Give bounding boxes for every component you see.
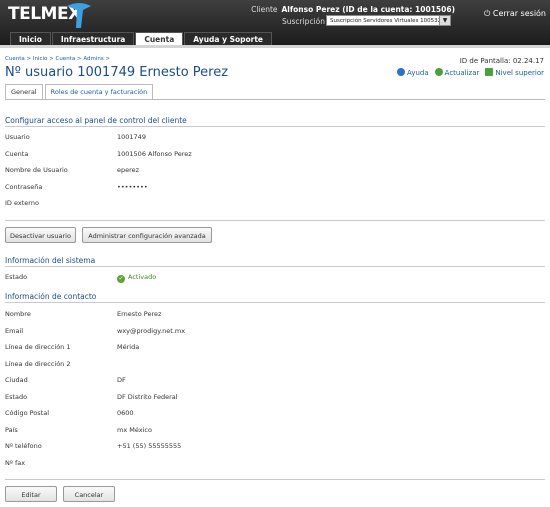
field-label: Nº teléfono xyxy=(5,442,42,450)
suscripcion-select[interactable]: Suscripción Servidores Virtuales 1005329… xyxy=(326,15,451,26)
divider xyxy=(5,220,545,221)
field-value: mx México xyxy=(117,425,152,434)
field-label: Nombre xyxy=(5,310,31,318)
suscripcion-select-value: Suscripción Servidores Virtuales 1005329 xyxy=(330,18,445,24)
field-value: DF Distrito Federal xyxy=(117,392,178,401)
nav-tab-inicio[interactable]: Inicio xyxy=(10,32,51,46)
edit-button[interactable]: Editar xyxy=(5,486,57,502)
field-value: wxy@prodigy.net.mx xyxy=(117,326,186,335)
field-label: Cuenta xyxy=(5,149,29,158)
field-label: Nº fax xyxy=(5,458,26,467)
power-icon: ⏻ xyxy=(484,9,491,18)
contact-section-title: Información de contacto xyxy=(5,292,97,301)
deactivate-user-button[interactable]: Desactivar usuario xyxy=(5,227,76,243)
breadcrumb[interactable]: Cuenta > Inicio > Cuenta > Admins > xyxy=(5,56,110,62)
field-label: Usuario xyxy=(5,133,30,141)
suscripcion-label: Suscripción xyxy=(281,17,325,26)
field-label: Código Postal xyxy=(5,409,50,417)
nav-tab-cuenta[interactable]: Cuenta xyxy=(135,32,184,46)
panel-section-title: Configurar acceso al panel de control de… xyxy=(5,116,187,125)
subtabs: General Roles de cuenta y facturación xyxy=(5,84,155,99)
field-label: Nombre de Usuario xyxy=(5,166,68,174)
advanced-config-button[interactable]: Administrar configuración avanzada xyxy=(82,227,212,243)
field-label: Estado xyxy=(5,392,28,401)
tab-general[interactable]: General xyxy=(5,84,43,99)
field-label: ID externo xyxy=(5,199,39,207)
field-label: Contraseña xyxy=(5,182,43,191)
divider xyxy=(5,302,545,303)
field-value: eperez xyxy=(117,166,140,174)
help-icon xyxy=(397,68,406,76)
system-section-title: Información del sistema xyxy=(5,256,96,265)
page-title: Nº usuario 1001749 Ernesto Perez xyxy=(5,65,229,80)
refresh-icon xyxy=(434,68,443,76)
field-value: Mérida xyxy=(117,343,140,351)
field-value: 1001506 Alfonso Perez xyxy=(117,149,192,158)
telmex-logo-mark-icon xyxy=(67,3,91,28)
screen-id: ID de Pantalla: 02.24.17 xyxy=(459,57,544,65)
field-label: Ciudad xyxy=(5,376,28,384)
divider xyxy=(5,479,545,480)
help-label: Ayuda xyxy=(407,69,429,77)
top-bar: TELMEX Cliente Alfonso Perez (ID de la cu… xyxy=(0,0,550,46)
field-value: 0600 xyxy=(117,409,134,417)
page-actions: Ayuda Actualizar Nivel superior xyxy=(397,68,544,77)
field-label: Línea de dirección 2 xyxy=(5,359,71,368)
refresh-label: Actualizar xyxy=(444,69,480,77)
estado-label: Estado xyxy=(5,273,28,281)
nav-tab-ayuda[interactable]: Ayuda y Soporte xyxy=(184,32,273,46)
up-link[interactable]: Nivel superior xyxy=(485,68,544,77)
logout-label: Cerrar sesión xyxy=(492,9,546,18)
divider xyxy=(5,266,545,267)
help-link[interactable]: Ayuda xyxy=(397,68,429,77)
field-value: Ernesto Perez xyxy=(117,310,162,318)
chevron-down-icon[interactable]: ▼ xyxy=(439,16,450,25)
field-value: •••••••• xyxy=(117,182,148,191)
cliente-label: Cliente xyxy=(251,5,278,14)
nav-underbar xyxy=(0,45,550,48)
cancel-button[interactable]: Cancelar xyxy=(63,486,115,502)
field-value: +51 (55) 55555555 xyxy=(117,442,182,450)
up-level-icon xyxy=(485,68,494,76)
up-label: Nivel superior xyxy=(495,69,544,77)
logout-link[interactable]: ⏻ Cerrar sesión xyxy=(484,9,546,19)
field-label: Email xyxy=(5,326,24,335)
field-value: 1001749 xyxy=(117,133,146,141)
cliente-value: Alfonso Perez (ID de la cuenta: 1001506) xyxy=(281,5,456,14)
field-label: Línea de dirección 1 xyxy=(5,343,71,351)
field-value: DF xyxy=(117,376,126,384)
nav-tab-infraestructura[interactable]: Infraestructura xyxy=(51,32,135,46)
main-nav: Inicio Infraestructura Cuenta Ayuda y So… xyxy=(10,32,273,46)
status-badge: ✓ Activado xyxy=(117,273,156,283)
refresh-link[interactable]: Actualizar xyxy=(434,68,480,77)
status-text: Activado xyxy=(128,273,157,281)
divider xyxy=(5,126,545,127)
check-icon: ✓ xyxy=(117,275,125,283)
divider xyxy=(5,99,545,100)
tab-roles[interactable]: Roles de cuenta y facturación xyxy=(44,84,154,99)
field-label: País xyxy=(5,425,18,434)
